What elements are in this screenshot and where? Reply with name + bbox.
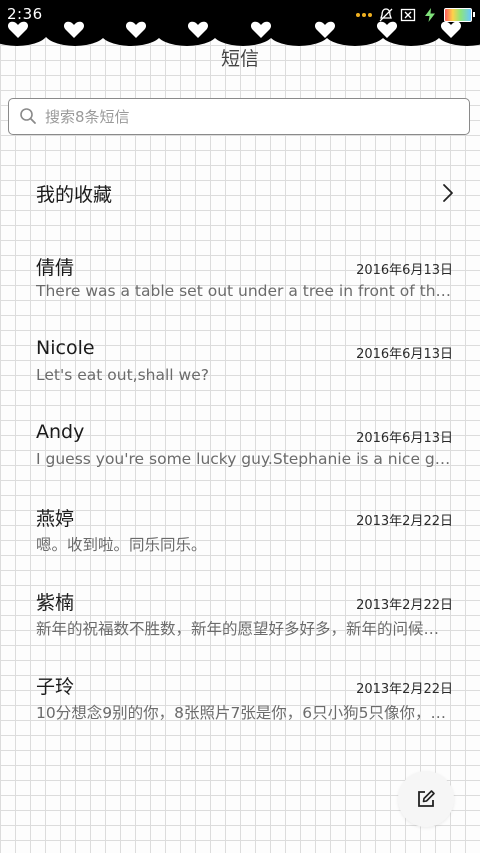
- contact-name: Andy: [36, 421, 85, 443]
- message-preview: I guess you're some lucky guy.Stephanie …: [36, 450, 454, 468]
- chevron-right-icon: [443, 184, 453, 202]
- search-box[interactable]: [8, 98, 470, 135]
- heart-icon: [63, 21, 85, 38]
- compose-icon: [418, 790, 435, 807]
- contact-name: 倩倩: [36, 257, 75, 279]
- conversation-item[interactable]: 倩倩 2016年6月13日 There was a table set out …: [0, 253, 480, 323]
- heart-icon: [376, 21, 398, 38]
- message-date: 2016年6月13日: [356, 263, 453, 278]
- heart-icon: [440, 21, 462, 38]
- message-preview: 10分想念9别的你，8张照片7张是你，6只小狗5只像你，4季都想你: [36, 704, 454, 722]
- notification-dots-icon: [356, 13, 372, 17]
- contact-name: 紫楠: [36, 592, 75, 614]
- favorites-row[interactable]: 我的收藏: [0, 165, 480, 220]
- heart-icon: [125, 21, 147, 38]
- compose-button[interactable]: [398, 771, 454, 827]
- message-date: 2016年6月13日: [356, 347, 453, 362]
- conversation-item[interactable]: 燕婷 2013年2月22日 嗯。收到啦。同乐同乐。: [0, 504, 480, 574]
- conversation-item[interactable]: Nicole 2016年6月13日 Let's eat out,shall we…: [0, 337, 480, 407]
- message-date: 2013年2月22日: [356, 598, 453, 613]
- heart-icon: [250, 21, 272, 38]
- message-preview: There was a table set out under a tree i…: [36, 282, 454, 300]
- contact-name: 子玲: [36, 676, 75, 698]
- no-sim-icon: [400, 8, 416, 22]
- conversation-item[interactable]: 子玲 2013年2月22日 10分想念9别的你，8张照片7张是你，6只小狗5只像…: [0, 672, 480, 742]
- message-date: 2016年6月13日: [356, 431, 453, 446]
- contact-name: 燕婷: [36, 508, 75, 530]
- message-preview: 嗯。收到啦。同乐同乐。: [36, 536, 207, 554]
- conversation-item[interactable]: Andy 2016年6月13日 I guess you're some luck…: [0, 421, 480, 491]
- heart-icon: [314, 21, 336, 38]
- message-date: 2013年2月22日: [356, 682, 453, 697]
- heart-icon: [187, 21, 209, 38]
- message-preview: 新年的祝福数不胜数，新年的愿望好多好多，新年的问候送给你: [36, 620, 454, 638]
- search-icon: [20, 108, 36, 124]
- favorites-label: 我的收藏: [36, 184, 113, 206]
- contact-name: Nicole: [36, 337, 95, 359]
- message-preview: Let's eat out,shall we?: [36, 366, 209, 384]
- charging-bolt-icon: [425, 8, 435, 22]
- message-date: 2013年2月22日: [356, 514, 453, 529]
- heart-icon: [7, 21, 29, 38]
- conversation-item[interactable]: 紫楠 2013年2月22日 新年的祝福数不胜数，新年的愿望好多好多，新年的问候送…: [0, 588, 480, 658]
- search-input[interactable]: [43, 99, 457, 135]
